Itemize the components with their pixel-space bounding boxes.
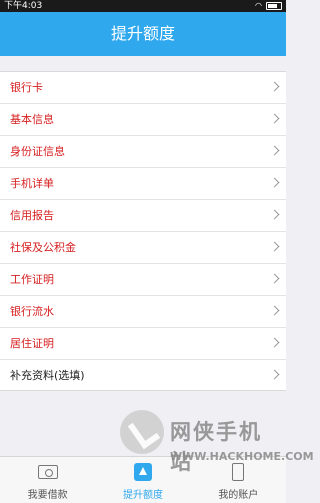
- page-header: 提升额度: [0, 12, 286, 56]
- watermark-logo-icon: [120, 410, 164, 454]
- list-item-id-card[interactable]: 身份证信息: [0, 136, 286, 168]
- status-icons: ◠: [255, 0, 282, 12]
- list-item-label: 银行卡: [10, 81, 43, 94]
- upgrade-icon: [133, 463, 152, 481]
- list-item-credit-report[interactable]: 信用报告: [0, 200, 286, 232]
- list-item-work-proof[interactable]: 工作证明: [0, 264, 286, 296]
- battery-icon: [266, 2, 282, 10]
- tab-upgrade[interactable]: 提升额度: [95, 457, 190, 503]
- list-item-label: 手机详单: [10, 177, 54, 190]
- list-item-label: 银行流水: [10, 305, 54, 318]
- account-icon: [232, 463, 245, 481]
- info-list: 银行卡 基本信息 身份证信息 手机详单 信用报告 社保及公积金 工作证明 银行流…: [0, 71, 286, 391]
- list-item-label: 居住证明: [10, 337, 54, 350]
- list-item-label: 信用报告: [10, 209, 54, 222]
- list-item-basic-info[interactable]: 基本信息: [0, 104, 286, 136]
- list-item-label: 工作证明: [10, 273, 54, 286]
- chevron-right-icon: [269, 369, 280, 380]
- chevron-right-icon: [269, 273, 280, 284]
- tab-label: 提升额度: [122, 490, 163, 501]
- chevron-right-icon: [269, 177, 280, 188]
- list-item-social-security[interactable]: 社保及公积金: [0, 232, 286, 264]
- status-bar: 下午4:03 ◠: [0, 0, 286, 12]
- list-item-bank-statement[interactable]: 银行流水: [0, 296, 286, 328]
- list-item-residence-proof[interactable]: 居住证明: [0, 328, 286, 360]
- list-item-label: 基本信息: [10, 113, 54, 126]
- list-item-label: 社保及公积金: [10, 241, 76, 254]
- list-item-phone-records[interactable]: 手机详单: [0, 168, 286, 200]
- tab-label: 我的账户: [218, 490, 259, 501]
- list-item-supplementary[interactable]: 补充资料(选填): [0, 360, 286, 390]
- wifi-icon: ◠: [255, 1, 262, 10]
- status-time: 下午4:03: [4, 1, 43, 11]
- tab-account[interactable]: 我的账户: [191, 457, 286, 503]
- money-icon: [37, 465, 58, 479]
- chevron-right-icon: [269, 113, 280, 124]
- chevron-right-icon: [269, 241, 280, 252]
- page-title: 提升额度: [110, 24, 175, 43]
- list-item-label: 补充资料(选填): [10, 369, 85, 382]
- chevron-right-icon: [269, 337, 280, 348]
- tab-borrow[interactable]: 我要借款: [0, 457, 95, 503]
- list-item-bank-card[interactable]: 银行卡: [0, 72, 286, 104]
- list-item-label: 身份证信息: [10, 145, 65, 158]
- bottom-tab-bar: 我要借款 提升额度 我的账户: [0, 456, 286, 503]
- chevron-right-icon: [269, 305, 280, 316]
- chevron-right-icon: [269, 209, 280, 220]
- chevron-right-icon: [269, 145, 280, 156]
- tab-label: 我要借款: [27, 490, 68, 501]
- chevron-right-icon: [269, 81, 280, 92]
